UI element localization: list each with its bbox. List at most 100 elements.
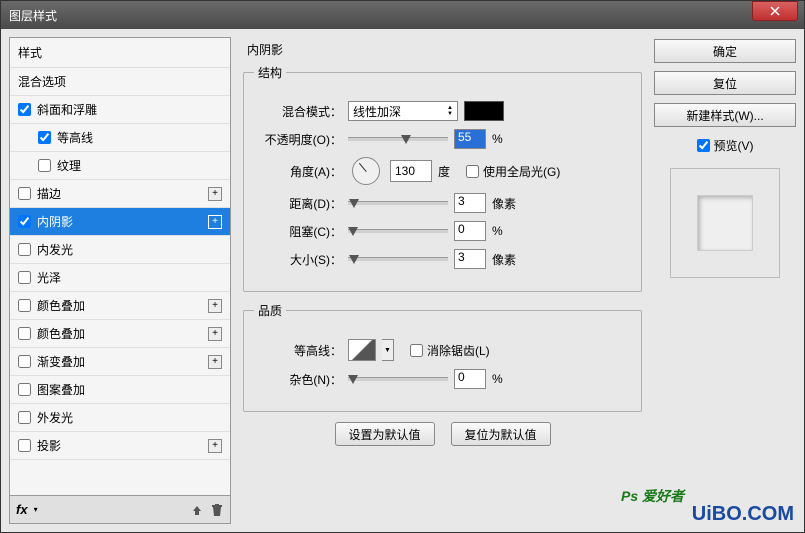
add-effect-button[interactable]: + <box>208 355 222 369</box>
angle-unit: 度 <box>438 163 450 180</box>
opacity-input[interactable]: 55 <box>454 129 486 149</box>
contour-swatch[interactable] <box>348 339 376 361</box>
noise-label: 杂色(N)： <box>254 371 342 388</box>
opacity-unit: % <box>492 132 503 146</box>
style-pattern-overlay[interactable]: 图案叠加 <box>10 376 230 404</box>
distance-slider[interactable] <box>348 196 448 210</box>
close-button[interactable] <box>752 1 798 21</box>
antialias-row[interactable]: 消除锯齿(L) <box>410 342 490 359</box>
size-input[interactable]: 3 <box>454 249 486 269</box>
add-effect-button[interactable]: + <box>208 327 222 341</box>
angle-input[interactable]: 130 <box>390 160 432 182</box>
set-default-button[interactable]: 设置为默认值 <box>335 422 435 446</box>
style-label: 颜色叠加 <box>37 297 85 314</box>
move-up-button[interactable] <box>190 502 204 517</box>
size-slider[interactable] <box>348 252 448 266</box>
add-effect-button[interactable]: + <box>208 215 222 229</box>
style-checkbox[interactable] <box>18 271 31 284</box>
fx-menu-button[interactable]: fx <box>16 502 28 517</box>
angle-label: 角度(A)： <box>254 163 342 180</box>
reset-default-button[interactable]: 复位为默认值 <box>451 422 551 446</box>
contour-picker-button[interactable]: ▼ <box>382 339 394 361</box>
global-light-row[interactable]: 使用全局光(G) <box>466 163 560 180</box>
add-effect-button[interactable]: + <box>208 187 222 201</box>
blend-color-swatch[interactable] <box>464 101 504 121</box>
contour-label: 等高线： <box>254 342 342 359</box>
style-drop-shadow[interactable]: 投影 + <box>10 432 230 460</box>
dialog-body: 样式 混合选项 斜面和浮雕 等高线 纹理 描边 + <box>1 29 804 532</box>
style-blending-options[interactable]: 混合选项 <box>10 68 230 96</box>
choke-unit: % <box>492 224 503 238</box>
style-checkbox[interactable] <box>38 131 51 144</box>
ok-button[interactable]: 确定 <box>654 39 796 63</box>
close-icon <box>770 6 780 16</box>
preview-row[interactable]: 预览(V) <box>654 137 796 154</box>
angle-dial[interactable] <box>352 157 380 185</box>
add-effect-button[interactable]: + <box>208 439 222 453</box>
style-checkbox[interactable] <box>18 411 31 424</box>
style-label: 颜色叠加 <box>37 325 85 342</box>
titlebar[interactable]: 图层样式 <box>1 1 804 29</box>
style-checkbox[interactable] <box>18 383 31 396</box>
styles-header[interactable]: 样式 <box>10 38 230 68</box>
add-effect-button[interactable]: + <box>208 299 222 313</box>
blend-mode-select[interactable]: 线性加深 ▲▼ <box>348 101 458 121</box>
settings-panel: 内阴影 结构 混合模式： 线性加深 ▲▼ 不透明度(O)： 55 % <box>239 37 646 524</box>
blend-mode-value: 线性加深 <box>353 103 401 120</box>
antialias-checkbox[interactable] <box>410 344 423 357</box>
style-label: 图案叠加 <box>37 381 85 398</box>
style-inner-shadow[interactable]: 内阴影 + <box>10 208 230 236</box>
style-bevel-emboss[interactable]: 斜面和浮雕 <box>10 96 230 124</box>
noise-unit: % <box>492 372 503 386</box>
structure-group: 结构 混合模式： 线性加深 ▲▼ 不透明度(O)： 55 % 角度( <box>243 64 642 292</box>
global-light-checkbox[interactable] <box>466 165 479 178</box>
style-checkbox[interactable] <box>18 439 31 452</box>
style-label: 混合选项 <box>18 73 66 90</box>
style-outer-glow[interactable]: 外发光 <box>10 404 230 432</box>
reset-button[interactable]: 复位 <box>654 71 796 95</box>
style-texture[interactable]: 纹理 <box>10 152 230 180</box>
preview-checkbox[interactable] <box>697 139 710 152</box>
style-checkbox[interactable] <box>18 299 31 312</box>
watermark-ps: Ps 爱好者 <box>621 486 684 506</box>
structure-legend: 结构 <box>254 64 286 81</box>
preview-swatch <box>697 195 753 251</box>
noise-input[interactable]: 0 <box>454 369 486 389</box>
new-style-button[interactable]: 新建样式(W)... <box>654 103 796 127</box>
antialias-label: 消除锯齿(L) <box>427 342 490 359</box>
style-contour[interactable]: 等高线 <box>10 124 230 152</box>
style-label: 渐变叠加 <box>37 353 85 370</box>
style-gradient-overlay[interactable]: 渐变叠加 + <box>10 348 230 376</box>
distance-label: 距离(D)： <box>254 195 342 212</box>
style-checkbox[interactable] <box>18 103 31 116</box>
style-checkbox[interactable] <box>18 187 31 200</box>
style-color-overlay-1[interactable]: 颜色叠加 + <box>10 292 230 320</box>
style-checkbox[interactable] <box>18 243 31 256</box>
preview-box <box>670 168 780 278</box>
size-unit: 像素 <box>492 251 516 268</box>
delete-button[interactable] <box>210 502 224 517</box>
style-inner-glow[interactable]: 内发光 <box>10 236 230 264</box>
fx-menu-arrow-icon[interactable]: ▾ <box>34 505 38 514</box>
preview-label: 预览(V) <box>714 137 754 154</box>
style-label: 投影 <box>37 437 61 454</box>
choke-slider[interactable] <box>348 224 448 238</box>
style-checkbox[interactable] <box>18 327 31 340</box>
style-satin[interactable]: 光泽 <box>10 264 230 292</box>
style-label: 内发光 <box>37 241 73 258</box>
opacity-slider[interactable] <box>348 132 448 146</box>
style-list: 样式 混合选项 斜面和浮雕 等高线 纹理 描边 + <box>9 37 231 496</box>
default-buttons-row: 设置为默认值 复位为默认值 <box>243 422 642 446</box>
style-stroke[interactable]: 描边 + <box>10 180 230 208</box>
size-label: 大小(S)： <box>254 251 342 268</box>
style-checkbox[interactable] <box>38 159 51 172</box>
style-color-overlay-2[interactable]: 颜色叠加 + <box>10 320 230 348</box>
styles-panel: 样式 混合选项 斜面和浮雕 等高线 纹理 描边 + <box>9 37 231 524</box>
distance-input[interactable]: 3 <box>454 193 486 213</box>
choke-input[interactable]: 0 <box>454 221 486 241</box>
layer-style-dialog: 图层样式 样式 混合选项 斜面和浮雕 等高线 纹理 <box>0 0 805 533</box>
style-checkbox[interactable] <box>18 355 31 368</box>
style-label: 外发光 <box>37 409 73 426</box>
noise-slider[interactable] <box>348 372 448 386</box>
style-checkbox[interactable] <box>18 215 31 228</box>
